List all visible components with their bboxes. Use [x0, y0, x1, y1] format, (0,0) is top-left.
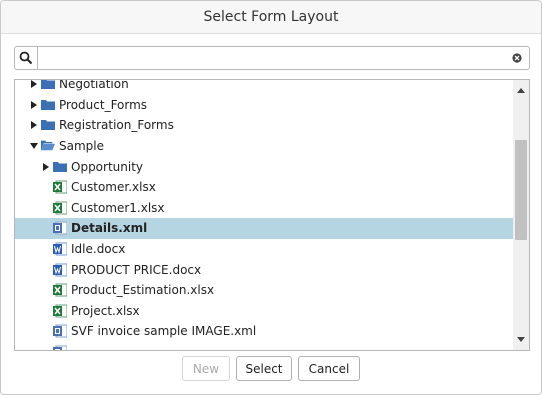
scroll-up-icon[interactable]	[513, 82, 529, 98]
tree-folder-row[interactable]: Product_Forms	[15, 95, 513, 116]
folder-icon	[53, 160, 67, 174]
new-button[interactable]: New	[182, 356, 230, 381]
tree-item-label: SVF invoice sample IMAGE.xml	[71, 324, 257, 339]
excel-file-icon	[53, 283, 67, 297]
toggle-spacer	[41, 203, 51, 213]
scrollbar-thumb[interactable]	[515, 140, 527, 240]
tree-rows: Negotiation Product_Forms Registration_For…	[15, 79, 513, 350]
excel-file-icon	[53, 304, 67, 318]
search-input[interactable]	[38, 49, 509, 67]
toggle-spacer	[41, 306, 51, 316]
collapsed-arrow-icon[interactable]	[29, 120, 39, 130]
tree-file-row[interactable]: Customer.xlsx	[15, 177, 513, 198]
dialog-title: Select Form Layout	[1, 1, 541, 34]
word-file-icon	[53, 263, 67, 277]
tree-item-label: Negotiation	[59, 79, 129, 92]
excel-file-icon	[53, 180, 67, 194]
folder-icon	[41, 98, 55, 112]
dialog-buttons: New Select Cancel	[1, 356, 541, 381]
tree-item-label: Customer1.xlsx	[71, 200, 165, 215]
tree-item-label: Opportunity	[71, 159, 144, 174]
toggle-spacer	[41, 223, 51, 233]
tree-item-label: Product_Forms	[59, 97, 148, 112]
collapsed-arrow-icon[interactable]	[29, 80, 39, 89]
select-form-layout-dialog: Select Form Layout Negotiation Product_Fo…	[0, 0, 542, 395]
tree-file-row[interactable]: Project.xlsx	[15, 301, 513, 322]
toggle-spacer	[41, 347, 51, 350]
search-icon[interactable]	[15, 47, 38, 69]
scroll-down-icon[interactable]	[513, 332, 529, 348]
toggle-spacer	[41, 326, 51, 336]
clear-search-icon[interactable]	[509, 50, 525, 66]
xml-file-icon	[53, 221, 67, 235]
tree-item-label: Project.xlsx	[71, 303, 140, 318]
tree-file-row[interactable]: SVF invoice sample IMAGE.xml	[15, 321, 513, 342]
excel-file-icon	[53, 201, 67, 215]
tree-folder-row[interactable]: Opportunity	[15, 156, 513, 177]
tree-file-row[interactable]: Customer1.xlsx	[15, 198, 513, 219]
cancel-button[interactable]: Cancel	[298, 356, 360, 381]
search-bar	[14, 46, 530, 70]
tree-file-row[interactable]: Product_Estimation.xlsx	[15, 280, 513, 301]
xml-file-icon	[53, 324, 67, 338]
tree-item-label: PRODUCT PRICE.docx	[71, 262, 202, 277]
tree-file-row[interactable]: Details.xml	[15, 218, 513, 239]
folder-icon	[41, 80, 55, 91]
word-file-icon	[53, 242, 67, 256]
folder-icon	[41, 118, 55, 132]
collapsed-arrow-icon[interactable]	[41, 162, 51, 172]
select-button[interactable]: Select	[236, 356, 292, 381]
tree-item-label: Details.xml	[71, 221, 148, 236]
folder-open-icon	[41, 139, 55, 153]
tree-file-row[interactable]	[15, 342, 513, 350]
toggle-spacer	[41, 182, 51, 192]
xml-file-icon	[53, 345, 67, 350]
vertical-scrollbar[interactable]	[513, 80, 529, 350]
collapsed-arrow-icon[interactable]	[29, 100, 39, 110]
tree-item-label: Idle.docx	[71, 242, 126, 257]
tree-file-row[interactable]: PRODUCT PRICE.docx	[15, 259, 513, 280]
layout-tree: Negotiation Product_Forms Registration_For…	[14, 79, 530, 351]
toggle-spacer	[41, 265, 51, 275]
toggle-spacer	[41, 244, 51, 254]
tree-folder-row[interactable]: Registration_Forms	[15, 115, 513, 136]
expanded-arrow-icon[interactable]	[29, 141, 39, 151]
tree-folder-row[interactable]: Sample	[15, 136, 513, 157]
tree-item-label: Customer.xlsx	[71, 180, 156, 195]
tree-file-row[interactable]: Idle.docx	[15, 239, 513, 260]
tree-folder-row[interactable]: Negotiation	[15, 79, 513, 95]
tree-item-label: Sample	[59, 139, 104, 154]
toggle-spacer	[41, 285, 51, 295]
tree-item-label: Product_Estimation.xlsx	[71, 283, 215, 298]
tree-item-label: Registration_Forms	[59, 118, 174, 133]
